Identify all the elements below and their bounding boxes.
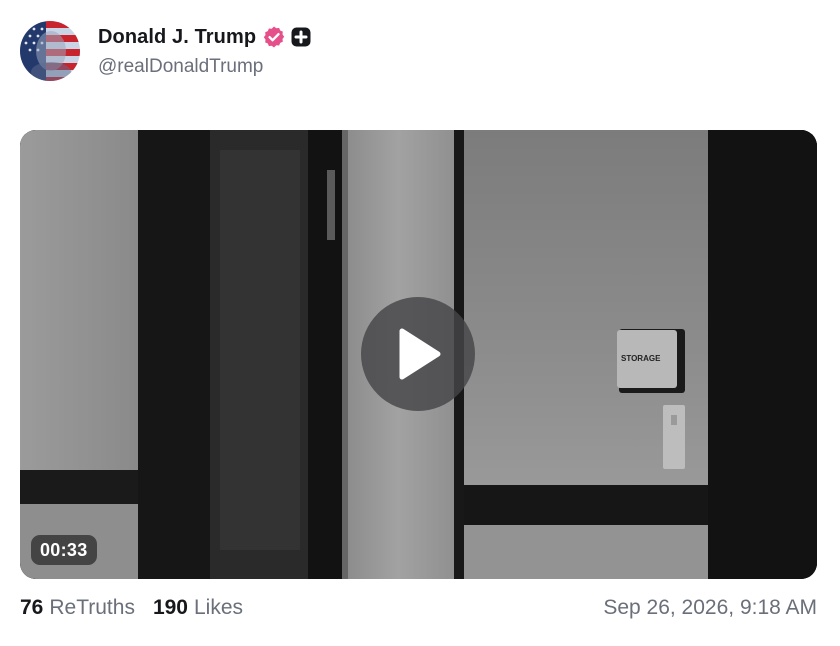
verified-badge-icon: [263, 26, 285, 48]
post-footer: 76 ReTruths 190 Likes Sep 26, 2026, 9:18…: [20, 593, 817, 623]
post-timestamp[interactable]: Sep 26, 2026, 9:18 AM: [603, 596, 817, 620]
name-row: Donald J. Trump: [98, 24, 311, 50]
avatar[interactable]: [20, 21, 80, 81]
video-duration: 00:33: [31, 535, 97, 565]
flag-portrait-avatar-icon: [20, 21, 80, 81]
likes-stat[interactable]: 190 Likes: [153, 596, 243, 620]
retruths-label: ReTruths: [49, 596, 135, 619]
display-name[interactable]: Donald J. Trump: [98, 26, 256, 49]
likes-label: Likes: [194, 596, 244, 619]
play-button[interactable]: [361, 297, 475, 411]
identity: Donald J. Trump @realDonaldTrump: [98, 24, 311, 78]
truth-post: Donald J. Trump @realDonaldTrump STORAGE…: [0, 0, 840, 646]
retruths-stat[interactable]: 76 ReTruths: [20, 596, 135, 620]
likes-count: 190: [152, 596, 188, 619]
storage-sign-text: STORAGE: [621, 354, 661, 363]
handle[interactable]: @realDonaldTrump: [98, 56, 311, 78]
plus-badge-icon: [291, 27, 311, 47]
retruths-count: 76: [20, 596, 44, 619]
video-player[interactable]: STORAGE 00:33: [20, 130, 817, 579]
post-header: Donald J. Trump @realDonaldTrump: [20, 20, 311, 82]
play-icon: [399, 328, 441, 380]
